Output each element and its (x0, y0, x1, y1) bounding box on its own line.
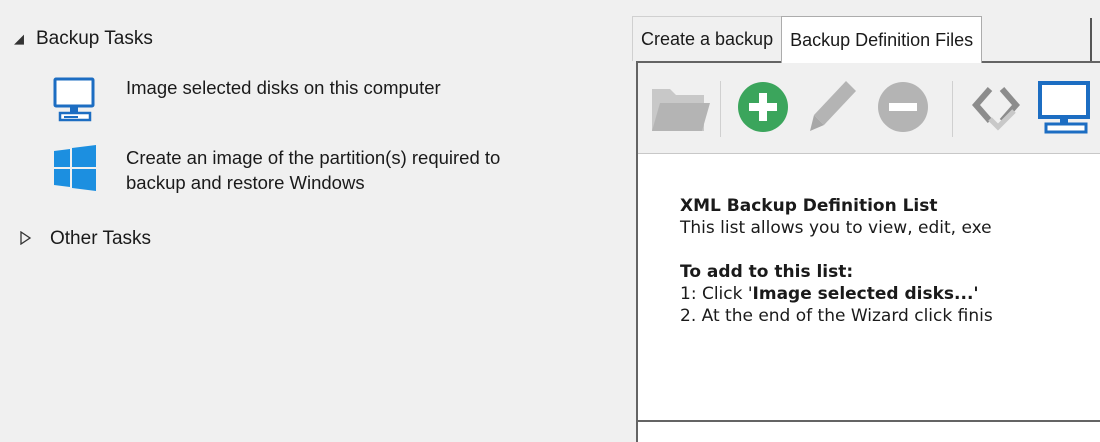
tab-strip-edge (1090, 18, 1092, 63)
definition-list-box[interactable] (636, 420, 1100, 442)
toolbar-separator (952, 81, 953, 137)
edit-button[interactable] (800, 75, 866, 139)
backup-tasks-group[interactable]: ◢ Backup Tasks (14, 28, 153, 50)
open-folder-icon (652, 89, 710, 131)
add-button[interactable] (730, 75, 796, 139)
computer-button[interactable] (1032, 75, 1098, 139)
tab-strip: Create a backup Backup Definition Files (632, 16, 983, 63)
task-label-line-2: backup and restore Windows (126, 172, 365, 193)
monitor-icon (52, 75, 104, 131)
computer-icon (1038, 81, 1090, 134)
definition-files-panel: XML Backup Definition List This list all… (636, 61, 1100, 425)
remove-button[interactable] (870, 75, 936, 139)
other-tasks-group[interactable]: Other Tasks (20, 228, 151, 250)
other-tasks-label: Other Tasks (50, 228, 152, 249)
toolbar (638, 63, 1100, 154)
task-image-windows-partitions[interactable]: Create an image of the partition(s) requ… (52, 145, 500, 201)
expand-arrow-icon[interactable] (20, 230, 50, 248)
info-description: This list allows you to view, edit, exe (680, 218, 992, 238)
open-folder-button[interactable] (646, 75, 712, 139)
add-icon (738, 82, 788, 132)
toolbar-separator (720, 81, 721, 137)
xml-code-icon (972, 87, 1020, 131)
tab-backup-definition-files[interactable]: Backup Definition Files (781, 16, 983, 63)
backup-pane: Create a backup Backup Definition Files (622, 0, 1100, 442)
info-heading: XML Backup Definition List (680, 196, 938, 216)
task-label-line-1: Create an image of the partition(s) requ… (126, 147, 501, 168)
remove-icon (878, 82, 928, 132)
step-2: 2. At the end of the Wizard click finis (680, 306, 993, 326)
info-text: XML Backup Definition List This list all… (680, 195, 993, 327)
step-1: 1: Click 'Image selected disks...' (680, 284, 979, 304)
tab-create-backup[interactable]: Create a backup (632, 16, 783, 61)
collapse-arrow-icon[interactable]: ◢ (14, 31, 36, 47)
edit-icon (810, 81, 856, 131)
backup-tasks-label: Backup Tasks (36, 28, 153, 49)
windows-logo-icon (52, 145, 104, 201)
add-heading: To add to this list: (680, 262, 854, 282)
task-pane: ◢ Backup Tasks Image selected disks on t… (0, 0, 622, 435)
xml-view-button[interactable] (962, 75, 1028, 139)
task-image-selected-disks[interactable]: Image selected disks on this computer (52, 75, 441, 131)
task-label: Image selected disks on this computer (126, 77, 441, 98)
